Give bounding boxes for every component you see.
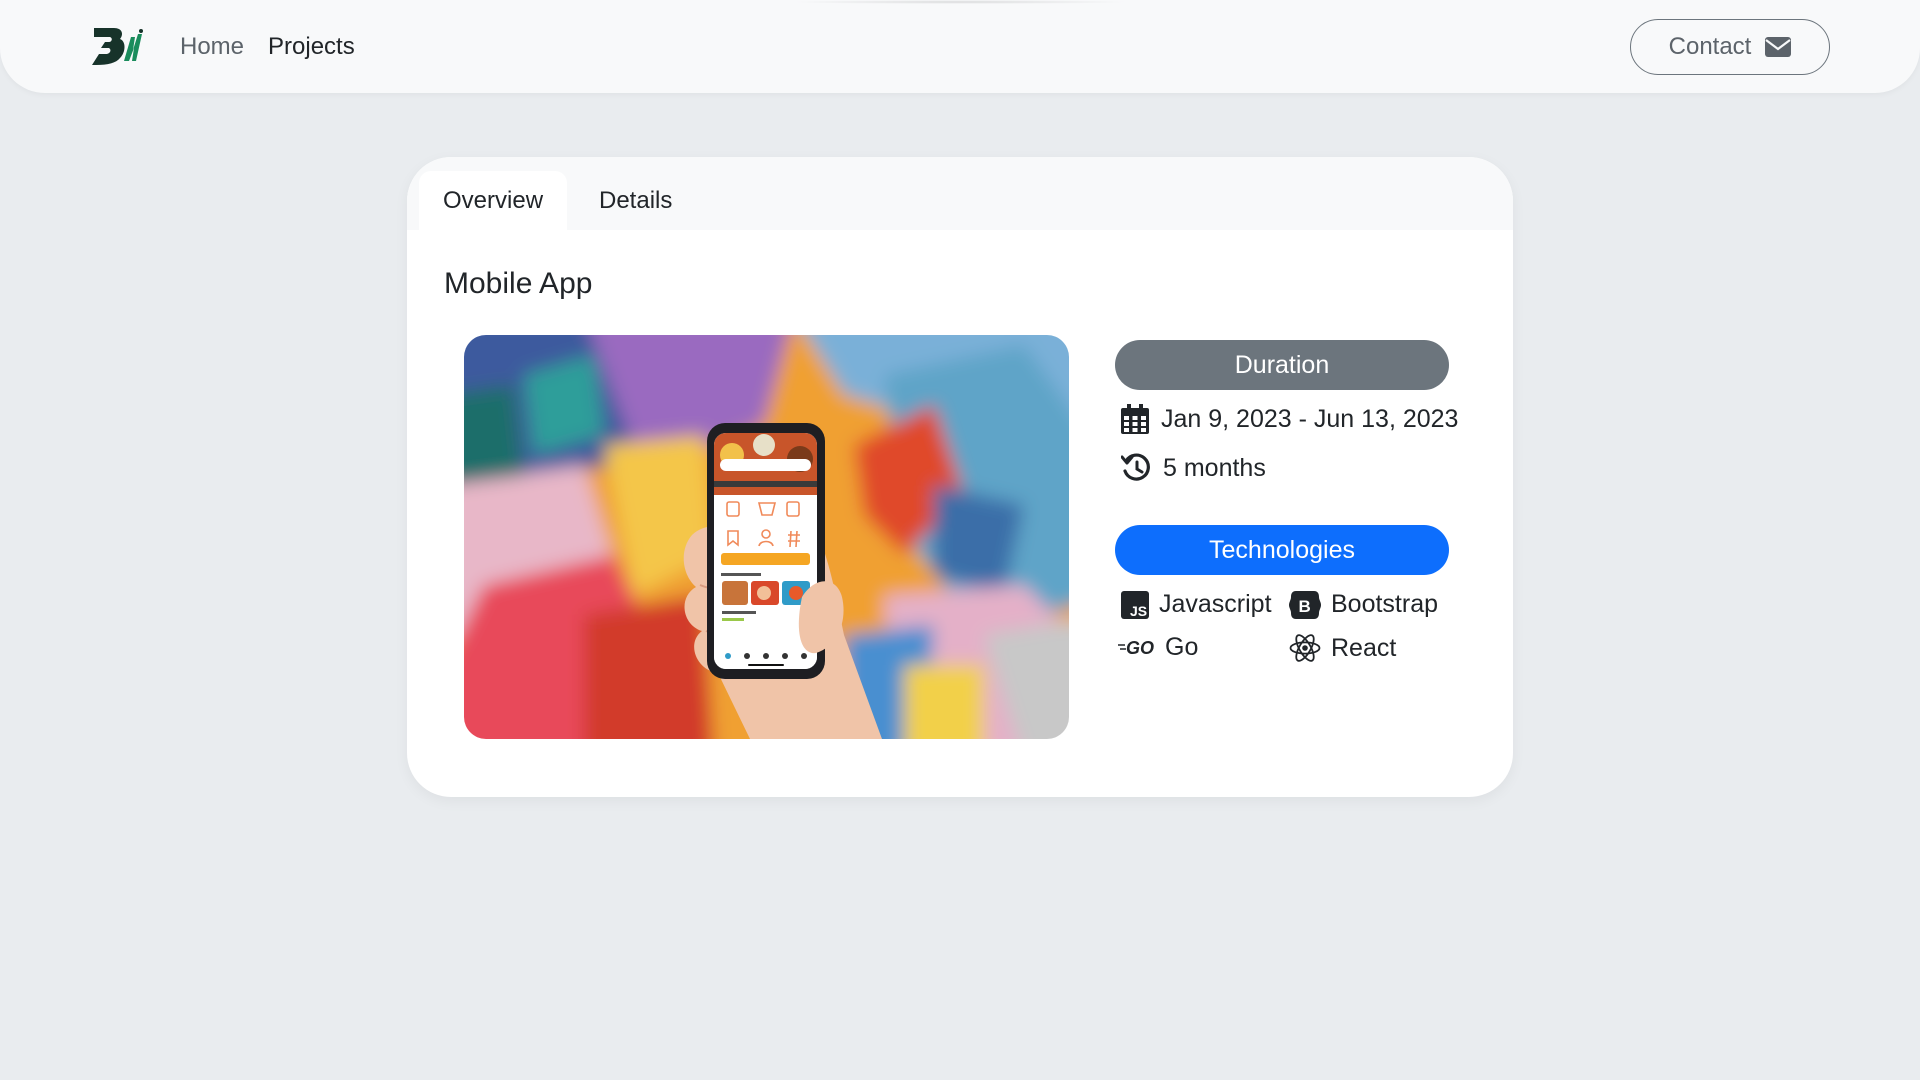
tech-item-bootstrap: B Bootstrap bbox=[1289, 590, 1438, 619]
tech-label: React bbox=[1331, 633, 1397, 662]
duration-length-row: 5 months bbox=[1121, 453, 1266, 483]
contact-button-label: Contact bbox=[1668, 33, 1752, 60]
history-icon bbox=[1121, 453, 1150, 481]
tech-label: Bootstrap bbox=[1331, 590, 1439, 618]
calendar-icon bbox=[1121, 404, 1149, 434]
react-icon bbox=[1289, 634, 1321, 662]
bootstrap-icon: B bbox=[1289, 590, 1321, 619]
svg-text:JS: JS bbox=[1130, 603, 1147, 619]
nav-links: Home Projects bbox=[180, 33, 355, 61]
duration-header: Duration bbox=[1115, 340, 1449, 390]
brand-logo[interactable] bbox=[90, 28, 144, 65]
top-navbar: Home Projects Contact bbox=[0, 0, 1920, 93]
tech-label: Javascript bbox=[1159, 590, 1272, 618]
tab-overview[interactable]: Overview bbox=[419, 171, 568, 230]
tech-item-javascript: JS Javascript bbox=[1121, 590, 1272, 619]
envelope-icon bbox=[1765, 37, 1792, 57]
nav-shadow bbox=[790, 0, 1130, 4]
technologies-header: Technologies bbox=[1115, 525, 1449, 575]
svg-text:GO: GO bbox=[1126, 638, 1154, 658]
project-title: Mobile App bbox=[444, 267, 593, 300]
svg-text:B: B bbox=[1299, 597, 1311, 616]
tab-details[interactable]: Details bbox=[575, 171, 696, 230]
duration-dates-row: Jan 9, 2023 - Jun 13, 2023 bbox=[1121, 404, 1458, 434]
duration-dates: Jan 9, 2023 - Jun 13, 2023 bbox=[1161, 404, 1459, 433]
javascript-icon: JS bbox=[1121, 590, 1149, 619]
contact-button[interactable]: Contact bbox=[1630, 19, 1830, 75]
nav-link-home[interactable]: Home bbox=[180, 33, 244, 61]
tech-label: Go bbox=[1165, 633, 1199, 661]
project-image bbox=[464, 335, 1069, 739]
tech-item-go: GO Go bbox=[1117, 633, 1198, 662]
card-tab-bar: Overview Details bbox=[407, 157, 1513, 230]
tech-item-react: React bbox=[1289, 633, 1396, 663]
go-icon: GO bbox=[1118, 638, 1154, 658]
nav-link-projects[interactable]: Projects bbox=[268, 33, 355, 61]
project-card: Overview Details Mobile App Duration Jan… bbox=[407, 157, 1513, 797]
duration-length: 5 months bbox=[1163, 453, 1266, 482]
